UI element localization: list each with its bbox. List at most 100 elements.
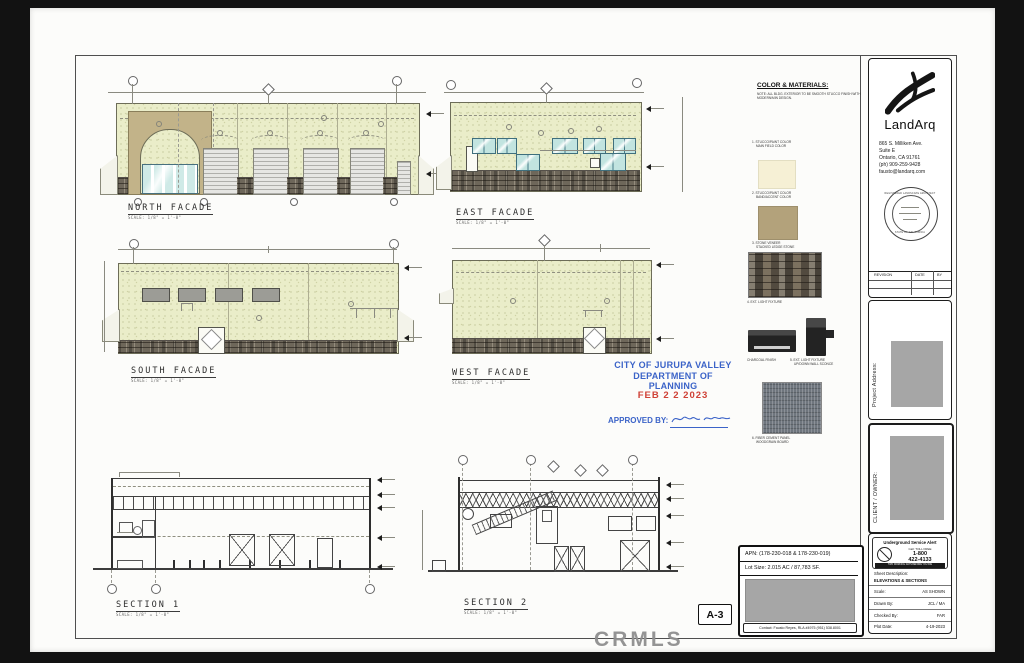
bollard <box>203 560 205 568</box>
grid-leader <box>393 247 394 264</box>
keynote-circle <box>568 128 574 134</box>
grid-bubble <box>632 78 642 88</box>
titleblock-logo-box: LandArq 865 S. Milliken Ave. Suite E Ont… <box>868 58 952 298</box>
sill-bracket-leg <box>192 303 193 311</box>
grid-line-dash <box>632 463 633 570</box>
revision-header: REVISION <box>874 273 892 277</box>
stone-base <box>452 338 650 353</box>
grid-bubble <box>458 455 468 465</box>
elevation-marker <box>666 511 684 519</box>
wall-ledge <box>540 150 636 151</box>
grid-bubble <box>107 584 117 594</box>
site-box <box>432 560 446 572</box>
planning-stamp: CITY OF JURUPA VALLEY DEPARTMENT OF PLAN… <box>608 360 738 435</box>
arch-dash <box>251 135 289 146</box>
rollup-door <box>203 148 239 195</box>
bollard <box>189 560 191 568</box>
elevation-marker <box>377 475 395 483</box>
sill-bracket-leg <box>601 310 602 317</box>
mezzanine-wall <box>155 496 156 568</box>
stone-base <box>237 177 253 194</box>
material-item-sub: UP/DOWN WALL SCONCE <box>794 362 833 366</box>
elevation-marker <box>377 562 395 570</box>
window-pair <box>497 138 517 154</box>
contact-text: Contact: Fausto Reyes, RLA #4975 (951) 5… <box>744 624 856 632</box>
rollup-door <box>253 148 289 195</box>
seal-bottom-text: STATE OF CALIFORNIA <box>882 231 938 234</box>
dimension-tick <box>268 246 269 253</box>
rollup-door <box>303 148 339 195</box>
material-swatch-cream <box>758 160 796 189</box>
shelf-unit <box>142 520 155 538</box>
material-item-sub: STACKED LEDGE STONE <box>756 245 794 249</box>
grid-leader <box>133 247 134 264</box>
window-pair <box>613 138 636 154</box>
material-swatch-stone <box>748 252 822 298</box>
field-label: Scale: <box>874 589 886 594</box>
field-label: Plot Date: <box>874 624 892 629</box>
contact-strip: Contact: Fausto Reyes, RLA #4975 (951) 5… <box>743 623 857 633</box>
sheet-number-box: A-3 <box>698 604 732 625</box>
revision-header: BY <box>937 273 942 277</box>
brand-name: LandArq <box>869 117 951 132</box>
materials-legend: COLOR & MATERIALS: NOTE: ALL BLDG. EXTER… <box>752 82 862 462</box>
seal-top-text: REGISTERED LANDSCAPE ARCHITECT <box>882 192 938 195</box>
south-facade-scale: SCALE: 1/8" = 1'-0" <box>131 378 184 383</box>
door-x <box>570 546 585 572</box>
grid-bubble <box>128 76 138 86</box>
rollup-door-small <box>397 161 411 195</box>
redacted-block <box>745 579 855 622</box>
materials-note-2: MODERN/MIN DESIGN. <box>757 96 792 100</box>
field-value: AS SHOWN <box>909 589 945 594</box>
wall-joint <box>308 263 309 340</box>
east-facade-scale: SCALE: 1/8" = 1'-0" <box>456 220 509 225</box>
photo-viewer: NORTH FACADE SCALE: 1/8" = 1'-0" EAST FA… <box>0 0 1024 663</box>
grid-leader-dash <box>111 570 112 583</box>
window-pair <box>552 138 578 154</box>
door-x <box>554 546 569 572</box>
keynote-circle <box>217 130 223 136</box>
west-facade-label: WEST FACADE <box>452 368 530 380</box>
elevation-marker <box>377 533 395 541</box>
material-item-sub: MAIN FIELD COLOR <box>756 144 786 148</box>
canopy-leg <box>356 308 357 318</box>
keynote-circle <box>156 121 162 127</box>
south-facade-label: SOUTH FACADE <box>131 366 216 378</box>
no-dig-icon <box>877 547 892 562</box>
stone-base <box>450 170 640 191</box>
keynote-circle <box>596 126 602 132</box>
materials-title: COLOR & MATERIALS: <box>757 82 828 89</box>
apn-text: APN: (178-230-018 & 178-230-019) <box>745 551 830 557</box>
parapet-dash <box>121 271 394 272</box>
wall-left <box>111 478 113 568</box>
elevation-marker <box>666 494 684 502</box>
stamp-dept: DEPARTMENT OF PLANNING <box>608 371 738 391</box>
signature-underline <box>670 427 728 428</box>
section-1-scale: SCALE: 1/8" = 1'-0" <box>116 612 169 617</box>
wall-window <box>490 514 512 528</box>
stamp-date: FEB 2 2 2023 <box>608 390 738 401</box>
wall-joint <box>386 103 387 181</box>
west-facade-scale: SCALE: 1/8" = 1'-0" <box>452 380 505 385</box>
dim-line <box>119 472 179 473</box>
elevation-marker <box>666 538 684 546</box>
dimension-tick <box>600 244 601 252</box>
material-swatch-panel <box>762 382 822 434</box>
field-divider <box>869 585 951 586</box>
wall-window <box>608 516 632 531</box>
keynote-circle <box>510 298 516 304</box>
stamp-signature <box>670 412 732 426</box>
east-facade-label: EAST FACADE <box>456 208 534 220</box>
stone-base <box>118 340 397 353</box>
material-item-label: 4. EXT. LIGHT FIXTURE <box>747 300 782 304</box>
keynote-circle <box>321 115 327 121</box>
bollard <box>173 560 175 568</box>
apn-divider <box>740 575 858 576</box>
sill-bracket <box>583 310 603 311</box>
material-swatch-tan <box>758 206 798 240</box>
keynote-circle <box>317 130 323 136</box>
elevation-marker <box>377 503 395 511</box>
grid-bubble <box>628 455 638 465</box>
north-facade-scale: SCALE: 1/8" = 1'-0" <box>128 215 181 220</box>
elevation-marker <box>377 490 395 498</box>
